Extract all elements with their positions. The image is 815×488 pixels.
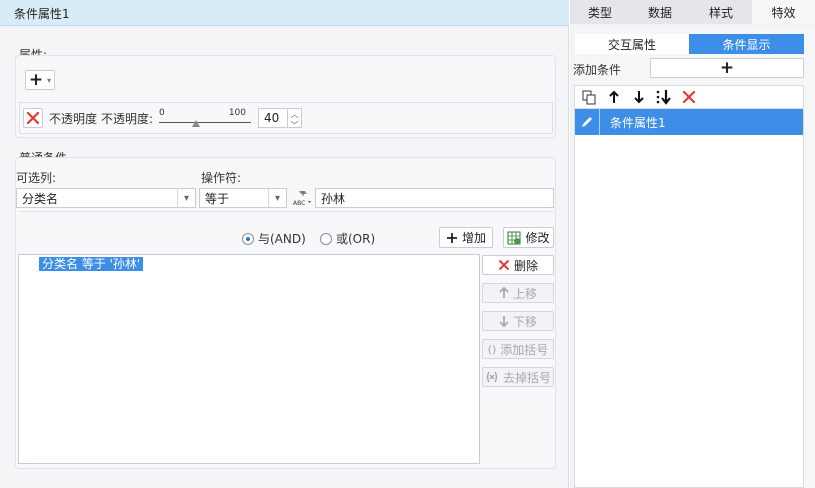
add-condition-label: 添加条件 xyxy=(573,63,622,77)
svg-text:ABC: ABC xyxy=(293,200,305,207)
right-panel: 类型 数据 样式 特效 交互属性 条件显示 添加条件 + 条件属性1 xyxy=(570,0,815,488)
remove-property-button[interactable] xyxy=(23,108,43,128)
column-label: 可选列: xyxy=(16,171,57,185)
operator-select-value: 等于 xyxy=(205,191,230,206)
chevron-down-icon[interactable]: ﹀ xyxy=(291,120,299,131)
arrow-down-icon[interactable] xyxy=(630,88,648,106)
tab-type[interactable]: 类型 xyxy=(570,0,630,24)
opacity-label: 不透明度: xyxy=(101,112,154,126)
opacity-value: 40 xyxy=(264,111,280,125)
tab-label: 样式 xyxy=(708,5,733,20)
tab-effects[interactable]: 特效 xyxy=(752,0,815,24)
bracket-icon: () xyxy=(487,342,497,356)
opacity-slider[interactable]: 0 100 xyxy=(156,106,254,130)
or-label: 或(OR) xyxy=(336,232,376,246)
delete-icon[interactable] xyxy=(680,88,698,106)
chevron-down-icon: ▾ xyxy=(47,75,52,85)
close-icon xyxy=(26,111,40,125)
list-item[interactable]: 分类名 等于 '孙林' xyxy=(39,257,144,271)
move-down-button[interactable]: 下移 xyxy=(482,311,554,331)
divider xyxy=(599,109,600,135)
add-bracket-button[interactable]: () 添加括号 xyxy=(482,339,554,359)
and-radio[interactable]: 与(AND) xyxy=(242,230,306,247)
chevron-down-icon[interactable]: ▾ xyxy=(177,189,195,207)
arrow-down-icon xyxy=(499,316,509,327)
chevron-up-icon[interactable]: ︿ xyxy=(291,109,299,120)
move-up-label: 上移 xyxy=(512,286,537,301)
radio-button[interactable] xyxy=(320,232,332,245)
tab-style[interactable]: 样式 xyxy=(690,0,752,24)
tab-label: 特效 xyxy=(771,5,796,20)
arrow-up-icon[interactable] xyxy=(605,88,623,106)
edit-icon[interactable] xyxy=(575,115,599,129)
slider-min-label: 0 xyxy=(159,108,165,118)
add-condition-attr-button[interactable]: + xyxy=(650,58,804,78)
segment-interaction[interactable]: 交互属性 xyxy=(575,34,689,54)
condition-value-input[interactable]: 孙林 xyxy=(315,188,554,208)
arrow-up-icon xyxy=(499,287,509,298)
add-condition-button[interactable]: 增加 xyxy=(439,227,493,248)
or-radio[interactable]: 或(OR) xyxy=(320,230,375,247)
opacity-value-input[interactable]: 40 xyxy=(258,108,288,128)
list-item[interactable]: 条件属性1 xyxy=(575,109,803,135)
opacity-stepper[interactable]: ︿ ﹀ xyxy=(288,108,302,131)
remove-bracket-icon xyxy=(486,371,498,383)
slider-track xyxy=(159,122,251,123)
segment-condition-display[interactable]: 条件显示 xyxy=(689,34,804,54)
tab-label: 数据 xyxy=(647,5,672,20)
condition-text: 分类名 等于 '孙林' xyxy=(42,257,141,271)
slider-max-label: 100 xyxy=(228,108,246,118)
and-label: 与(AND) xyxy=(258,232,306,246)
column-select-value: 分类名 xyxy=(22,191,59,206)
condition-value: 孙林 xyxy=(321,191,346,206)
delete-label: 删除 xyxy=(513,258,538,273)
radio-button[interactable] xyxy=(242,232,254,245)
plus-icon: + xyxy=(28,70,44,90)
copy-icon[interactable] xyxy=(580,88,598,106)
remove-bracket-button[interactable]: 去掉括号 xyxy=(482,367,554,387)
remove-bracket-label: 去掉括号 xyxy=(502,370,551,385)
operator-label: 操作符: xyxy=(201,171,242,185)
condition-dialog: 条件属性1 属性: + ▾ 不透明度 不透明度: 0 100 40 ︿ ﹀ 普通… xyxy=(0,0,569,488)
add-label: 增加 xyxy=(461,231,486,245)
text-type-icon: ABC xyxy=(293,191,311,207)
condition-list[interactable]: 分类名 等于 '孙林' xyxy=(18,254,480,464)
move-down-label: 下移 xyxy=(512,314,537,329)
condition-attr-label: 条件属性1 xyxy=(610,115,666,130)
condition-attr-list[interactable]: 条件属性1 xyxy=(574,109,804,488)
close-icon xyxy=(498,259,510,271)
plus-icon: + xyxy=(719,58,735,78)
dialog-title: 条件属性1 xyxy=(14,7,70,21)
slider-thumb[interactable] xyxy=(191,120,200,127)
condition-toolbar xyxy=(574,85,804,109)
value-type-button[interactable]: ABC xyxy=(291,188,313,208)
add-bracket-label: 添加括号 xyxy=(500,342,549,357)
segment-label: 条件显示 xyxy=(722,37,771,52)
edit-grid-icon xyxy=(507,231,521,244)
modify-condition-button[interactable]: 修改 xyxy=(503,227,554,248)
plus-icon xyxy=(446,232,457,243)
dialog-title-bar: 条件属性1 xyxy=(0,0,569,26)
add-property-button[interactable]: + ▾ xyxy=(25,70,55,90)
opacity-property-name: 不透明度 xyxy=(49,112,98,126)
tab-label: 类型 xyxy=(587,5,612,20)
tab-data[interactable]: 数据 xyxy=(630,0,690,24)
column-select[interactable]: 分类名 ▾ xyxy=(16,188,196,208)
delete-button[interactable]: 删除 xyxy=(482,255,554,275)
segment-label: 交互属性 xyxy=(607,37,656,52)
chevron-down-icon[interactable]: ▾ xyxy=(268,189,286,207)
operator-select[interactable]: 等于 ▾ xyxy=(199,188,287,208)
move-bottom-icon[interactable] xyxy=(655,88,673,106)
divider xyxy=(18,211,554,212)
move-up-button[interactable]: 上移 xyxy=(482,283,554,303)
modify-label: 修改 xyxy=(525,231,550,245)
